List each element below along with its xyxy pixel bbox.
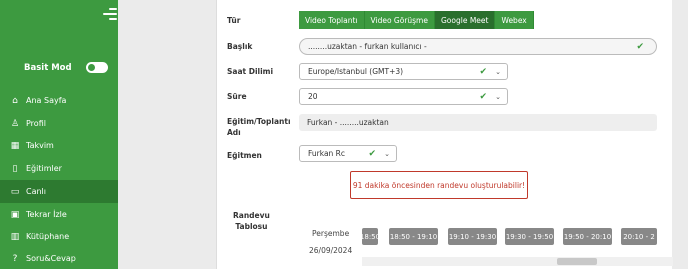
sidebar-item-label: Kütüphane — [26, 232, 70, 241]
timezone-label: Saat Dilimi — [227, 67, 274, 76]
warning-alert: 91 dakika öncesinden randevu oluşturulab… — [350, 171, 528, 199]
instructor-select[interactable]: Furkan Rc ✔ ⌄ — [299, 145, 397, 162]
scrollbar-thumb[interactable] — [557, 258, 597, 265]
sidebar-item-label: Profil — [26, 119, 46, 128]
check-icon: ✔ — [479, 66, 487, 77]
training-name-label: Eğitim/Toplantı Adı — [227, 117, 291, 137]
sidebar-item-library[interactable]: ▥ Kütüphane — [0, 225, 118, 248]
sidebar-item-replay[interactable]: ▣ Tekrar İzle — [0, 203, 118, 226]
basic-mode: Basit Mod — [24, 62, 108, 73]
duration-value: 20 — [308, 92, 318, 101]
meeting-type-tabs: Video Toplantı Video Görüşme Google Meet… — [299, 11, 534, 29]
sidebar-item-label: Soru&Cevap — [26, 254, 76, 263]
menu-toggle-icon[interactable] — [103, 8, 117, 22]
check-icon: ✔ — [368, 148, 376, 159]
sidebar-item-profile[interactable]: ♙ Profil — [0, 112, 118, 135]
timezone-value: Europe/Istanbul (GMT+3) — [308, 67, 404, 76]
schedule-day: Perşembe 26/09/2024 — [309, 225, 352, 259]
sidebar-item-home[interactable]: ⌂ Ana Sayfa — [0, 89, 118, 112]
sidebar-item-label: Takvim — [26, 141, 54, 150]
sidebar-item-label: Tekrar İzle — [26, 210, 67, 219]
duration-select[interactable]: 20 ✔ ⌄ — [299, 88, 508, 105]
chevron-down-icon: ⌄ — [384, 149, 390, 158]
sidebar-item-calendar[interactable]: ▦ Takvim — [0, 134, 118, 157]
instructor-label: Eğitmen — [227, 151, 262, 160]
title-value: ........uzaktan - furkan kullanıcı - — [308, 42, 427, 51]
day-name: Perşembe — [312, 229, 350, 238]
type-label: Tür — [227, 16, 241, 25]
basic-mode-label: Basit Mod — [24, 62, 72, 73]
calendar-icon: ▦ — [10, 140, 20, 151]
check-icon: ✔ — [479, 91, 487, 102]
replay-icon: ▣ — [10, 209, 20, 220]
training-name-value: Furkan - ........uzaktan — [307, 118, 389, 127]
duration-label: Süre — [227, 92, 247, 101]
title-input[interactable]: ........uzaktan - furkan kullanıcı - ✔ — [299, 38, 657, 55]
sidebar-item-label: Canlı — [26, 187, 47, 196]
tab-webex[interactable]: Webex — [495, 11, 534, 29]
sidebar-item-label: Ana Sayfa — [26, 96, 67, 105]
title-label: Başlık — [227, 42, 253, 51]
schedule-label: Randevu Tablosu — [233, 210, 270, 232]
question-icon: ? — [12, 253, 18, 264]
app-root: Basit Mod ⌂ Ana Sayfa ♙ Profil ▦ Takvim … — [0, 0, 688, 269]
schedule-label-line2: Tablosu — [235, 222, 268, 231]
time-slot[interactable]: 19:30 - 19:50 — [505, 228, 554, 245]
time-slot[interactable]: 19:50 - 20:10 — [563, 228, 612, 245]
time-slot[interactable]: 20:10 - 2 — [621, 228, 657, 245]
tab-google-meet[interactable]: Google Meet — [434, 11, 496, 29]
appointment-form: Tür Video Toplantı Video Görüşme Google … — [216, 0, 673, 269]
instructor-value: Furkan Rc — [308, 149, 346, 158]
check-icon: ✔ — [636, 41, 644, 52]
basic-mode-toggle[interactable] — [85, 62, 108, 73]
sidebar: Basit Mod ⌂ Ana Sayfa ♙ Profil ▦ Takvim … — [0, 0, 118, 269]
chevron-down-icon: ⌄ — [495, 67, 501, 76]
time-slot[interactable]: 19:10 - 19:30 — [448, 228, 497, 245]
sidebar-item-trainings[interactable]: ▯ Eğitimler — [0, 157, 118, 180]
sidebar-item-qa[interactable]: ? Soru&Cevap — [0, 247, 118, 269]
time-slot[interactable]: 18:50 - 19:10 — [389, 228, 438, 245]
schedule-label-line1: Randevu — [233, 211, 270, 220]
schedule-scrollbar[interactable] — [362, 257, 673, 266]
book-icon: ▯ — [12, 163, 18, 174]
tab-video-meeting[interactable]: Video Toplantı — [299, 11, 365, 29]
tab-video-call[interactable]: Video Görüşme — [364, 11, 435, 29]
library-icon: ▥ — [10, 231, 20, 242]
day-date: 26/09/2024 — [309, 246, 353, 255]
training-name-field: Furkan - ........uzaktan — [299, 114, 657, 131]
video-icon: ▭ — [10, 186, 20, 197]
home-icon: ⌂ — [12, 95, 18, 106]
user-icon: ♙ — [10, 118, 20, 129]
sidebar-item-live[interactable]: ▭ Canlı — [0, 180, 118, 203]
chevron-down-icon: ⌄ — [495, 92, 501, 101]
time-slot[interactable]: 18:50 — [360, 228, 380, 245]
timezone-select[interactable]: Europe/Istanbul (GMT+3) ✔ ⌄ — [299, 63, 508, 80]
sidebar-item-label: Eğitimler — [26, 164, 62, 173]
